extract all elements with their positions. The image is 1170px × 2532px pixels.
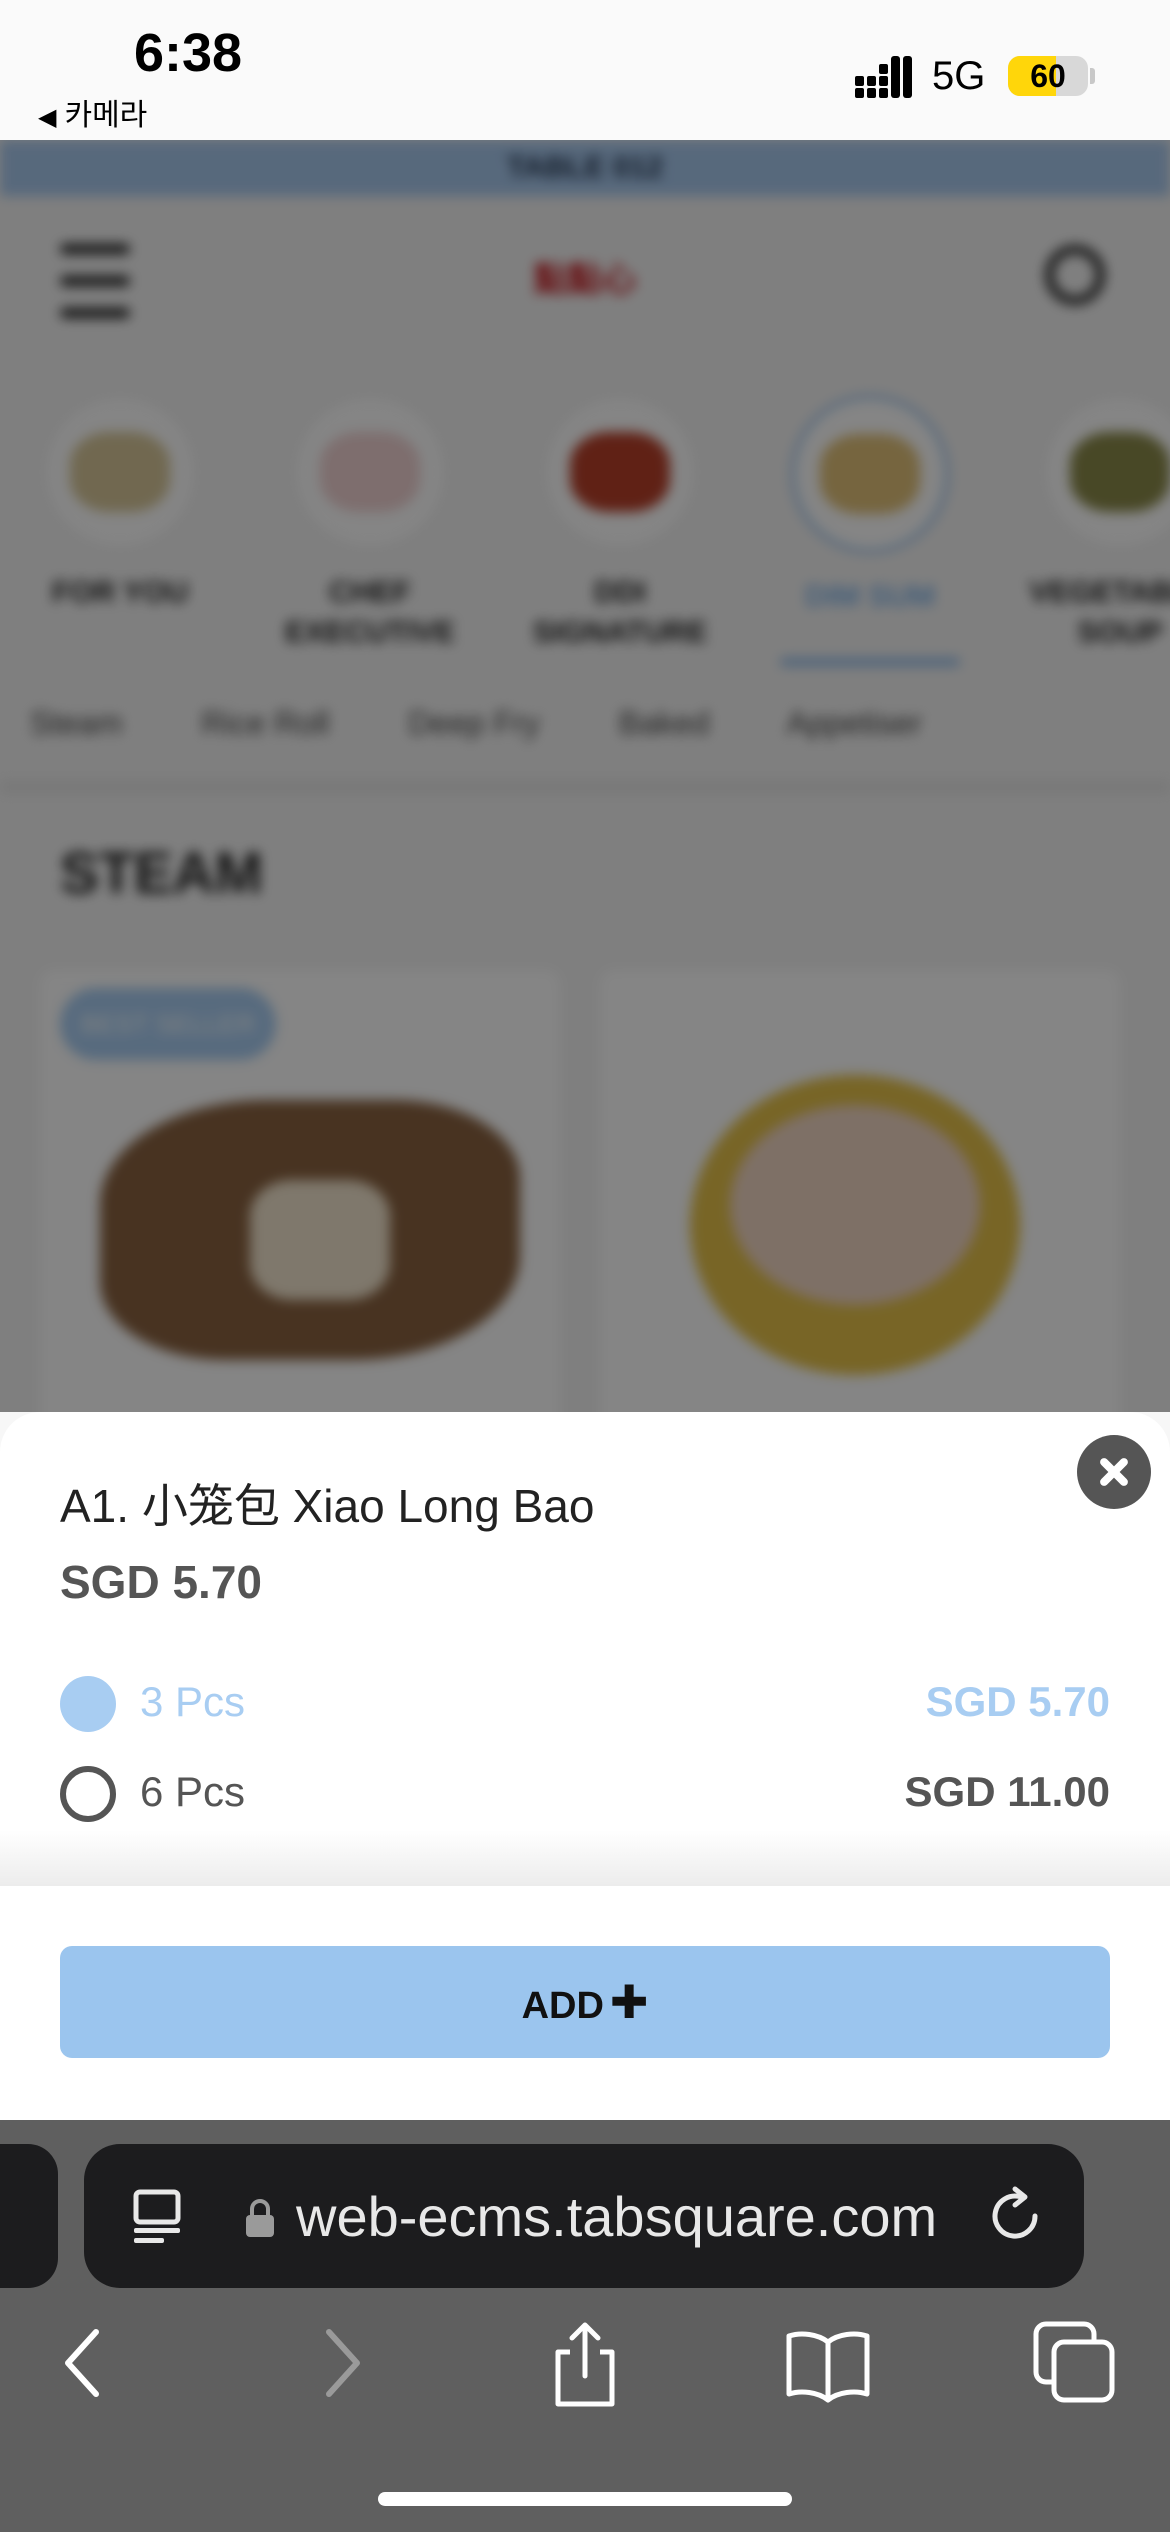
sheet-fade [0,1830,1170,1886]
radio-unselected-icon[interactable] [60,1766,116,1822]
share-icon[interactable] [540,2318,630,2408]
status-time: 6:38 [134,23,243,83]
back-to-app-button[interactable]: ◀ 카메라 [38,90,147,134]
option-6-pcs[interactable]: 6 Pcs SGD 11.00 [60,1764,1110,1824]
lock-icon [246,2199,274,2237]
option-price: SGD 5.70 [925,1678,1110,1725]
close-icon[interactable] [1077,1435,1151,1509]
forward-icon[interactable] [295,2318,385,2408]
tabs-icon[interactable] [1030,2318,1120,2408]
reader-icon[interactable] [130,2188,184,2246]
option-label: 3 Pcs [140,1678,246,1725]
back-app-label: 카메라 [64,99,148,132]
home-indicator[interactable] [378,2492,792,2506]
radio-selected-icon[interactable] [60,1676,116,1732]
item-price: SGD 5.70 [60,1556,262,1608]
add-to-cart-button[interactable]: ADD ✚ [60,1946,1110,2058]
previous-tab-preview[interactable] [0,2144,58,2288]
reload-icon[interactable] [985,2186,1045,2246]
battery-icon: 60 [1008,56,1088,96]
network-type: 5G [932,54,986,98]
battery-tip [1090,68,1095,84]
option-3-pcs[interactable]: 3 Pcs SGD 5.70 [60,1674,1110,1734]
battery-percent: 60 [1030,58,1066,94]
option-price: SGD 11.00 [904,1768,1110,1815]
item-title: A1. 小笼包 Xiao Long Bao [60,1480,595,1532]
plus-icon: ✚ [609,1976,649,2028]
back-icon[interactable] [40,2318,130,2408]
add-button-label: ADD [521,1985,604,2027]
cellular-signal-icon [855,56,912,98]
modal-backdrop[interactable] [0,140,1170,1412]
bookmarks-icon[interactable] [783,2318,873,2408]
status-bar: 6:38 ◀ 카메라 5G 60 [0,0,1170,140]
back-triangle-icon: ◀ [38,104,57,131]
url-text[interactable]: web-ecms.tabsquare.com [296,2184,937,2249]
option-label: 6 Pcs [140,1768,246,1815]
